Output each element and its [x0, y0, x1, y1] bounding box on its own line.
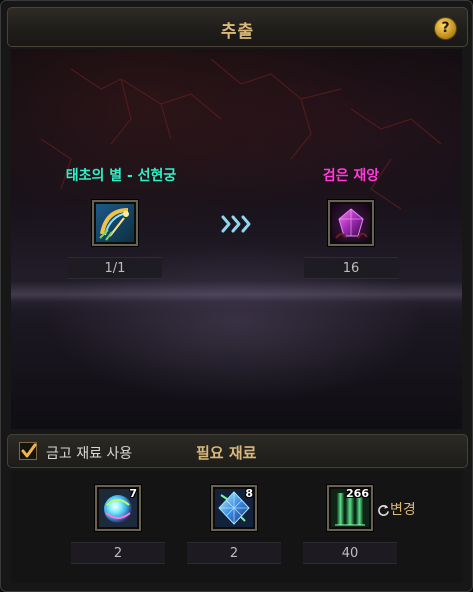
source-count: 1/1: [68, 257, 162, 279]
result-count: 16: [304, 257, 398, 279]
checkmark-icon: [21, 443, 37, 458]
material-stack-count: 7: [129, 487, 137, 500]
golden-bow-icon: [96, 204, 134, 242]
refresh-icon: [378, 504, 389, 516]
source-item-slot[interactable]: [92, 200, 138, 246]
material-slot[interactable]: 7: [95, 485, 141, 531]
material-amount: 2: [187, 542, 281, 564]
result-item-slot[interactable]: [328, 200, 374, 246]
result-item-name: 검은 재앙: [322, 168, 380, 184]
material-amount: 40: [303, 542, 397, 564]
material-stack-count: 266: [346, 487, 369, 500]
window-title: 추출: [220, 22, 255, 42]
source-item-name: 태초의 별 - 선현궁: [65, 168, 177, 184]
extraction-scene: 태초의 별 - 선현궁 검은 재앙 1/1 16: [11, 49, 462, 429]
horizon-glow: [11, 281, 462, 311]
triple-chevron-right-icon: [221, 215, 251, 233]
materials-header: 금고 재료 사용 필요 재료: [7, 434, 468, 468]
background-cracks: [40, 58, 442, 210]
change-button-label: 변경: [390, 502, 416, 518]
required-materials-title: 필요 재료: [196, 444, 257, 462]
dark-purple-gem-icon: [332, 204, 370, 242]
material-slot[interactable]: 266: [327, 485, 373, 531]
material-amount: 2: [71, 542, 165, 564]
title-bar: 추출 ?: [7, 7, 468, 47]
material-stack-count: 8: [245, 487, 253, 500]
use-vault-materials-label[interactable]: 금고 재료 사용: [46, 443, 132, 463]
extraction-window: 추출 ? 태초의 별 - 선현궁 검은 재앙 1/1 16 금고 재료 사용 필…: [0, 0, 473, 592]
use-vault-materials-checkbox[interactable]: [19, 442, 37, 460]
help-button[interactable]: ?: [434, 17, 457, 40]
material-slot[interactable]: 8: [211, 485, 257, 531]
change-material-button[interactable]: 변경: [377, 499, 416, 521]
